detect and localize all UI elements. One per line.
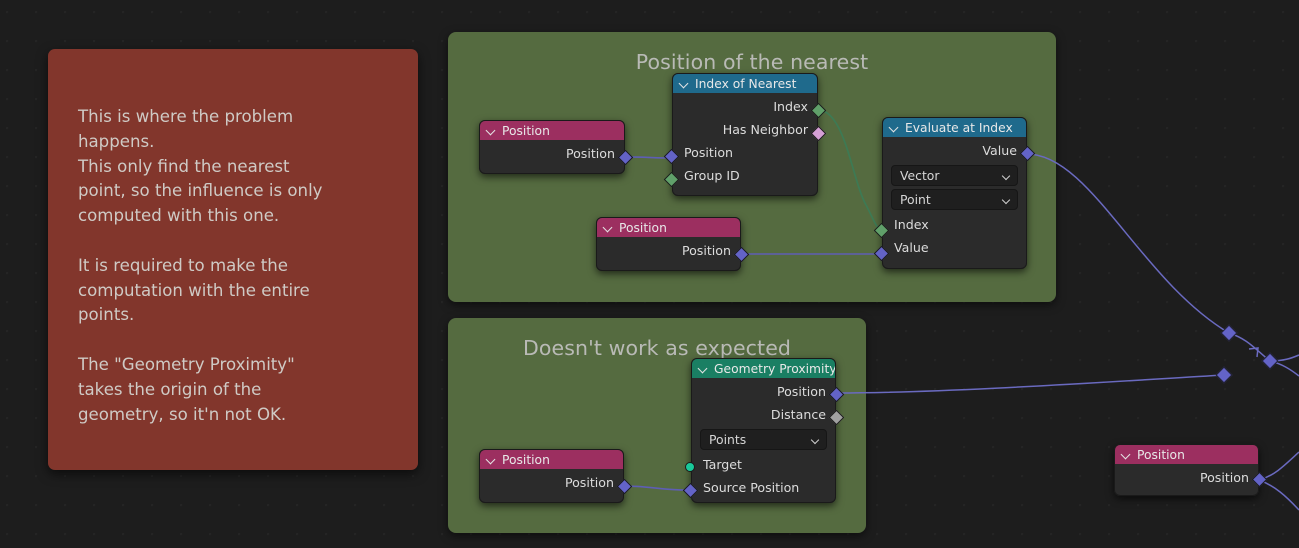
node-frame: Position Position	[596, 217, 741, 271]
node-body: Position	[597, 237, 740, 267]
node-header[interactable]: Index of Nearest	[673, 74, 817, 93]
node-frame: Position Position	[1114, 444, 1259, 496]
node-header[interactable]: Evaluate at Index	[883, 118, 1026, 137]
input-row: Target	[692, 453, 835, 476]
sticky-note[interactable]: This is where the problem happens. This …	[48, 49, 418, 470]
domain-dropdown[interactable]: Point	[891, 189, 1018, 210]
socket-label: Value	[982, 143, 1017, 158]
node-body: Index Has Neighbor Position Group ID	[673, 93, 817, 192]
socket-label: Value	[894, 240, 929, 255]
reroute-node-2[interactable]	[1261, 352, 1279, 370]
node-frame: Index of Nearest Index Has Neighbor Posi…	[672, 73, 818, 196]
node-body: Value Vector Point Index Value	[883, 137, 1026, 264]
socket-label: Has Neighbor	[722, 122, 808, 137]
output-row: Position	[1115, 466, 1258, 489]
node-title: Position	[502, 452, 550, 467]
dropdown-value: Points	[709, 432, 747, 447]
sticky-note-text: This is where the problem happens. This …	[78, 107, 323, 424]
dropdown-value: Vector	[900, 168, 940, 183]
reroute-node-1[interactable]	[1220, 324, 1238, 342]
output-row: Position	[597, 239, 740, 262]
node-body: Position	[1115, 464, 1258, 494]
chevron-down-icon	[1001, 171, 1011, 181]
socket-label: Group ID	[684, 168, 740, 183]
output-row: Index	[673, 95, 817, 118]
data-type-dropdown[interactable]: Vector	[891, 165, 1018, 186]
frame-label: Position of the nearest	[635, 50, 869, 74]
input-row: Source Position	[692, 476, 835, 499]
chevron-down-icon	[1001, 195, 1011, 205]
socket-label: Source Position	[703, 480, 800, 495]
node-frame: Geometry Proximity Position Distance Poi…	[691, 358, 836, 503]
node-title: Position	[619, 220, 667, 235]
output-row: Position	[692, 380, 835, 403]
node-body: Position	[480, 469, 623, 499]
output-row: Position	[480, 142, 624, 165]
socket-label: Index	[773, 99, 808, 114]
node-title: Evaluate at Index	[905, 120, 1013, 135]
node-frame: Position Position	[479, 449, 624, 503]
node-title: Position	[502, 123, 550, 138]
node-position-a[interactable]: Position Position	[479, 120, 634, 174]
input-row: Value	[883, 236, 1026, 259]
input-socket-target[interactable]	[685, 462, 695, 472]
input-row: Group ID	[673, 164, 817, 187]
chevron-down-icon[interactable]	[487, 126, 496, 135]
socket-label: Position	[564, 475, 614, 490]
chevron-down-icon[interactable]	[890, 123, 899, 132]
output-row: Position	[480, 471, 623, 494]
frame-label: Doesn't work as expected	[522, 336, 792, 360]
node-header[interactable]: Position	[480, 121, 624, 140]
node-editor-canvas[interactable]: Position of the nearest Doesn't work as …	[0, 0, 1299, 548]
node-header[interactable]: Geometry Proximity	[692, 359, 835, 378]
chevron-down-icon	[810, 435, 820, 445]
node-index-of-nearest[interactable]: Index of Nearest Index Has Neighbor Posi…	[663, 73, 827, 196]
socket-label: Position	[776, 384, 826, 399]
chevron-down-icon[interactable]	[680, 79, 689, 88]
socket-label: Target	[703, 457, 742, 472]
node-header[interactable]: Position	[1115, 445, 1258, 464]
dropdown-value: Point	[900, 192, 931, 207]
chevron-down-icon[interactable]	[604, 223, 613, 232]
node-header[interactable]: Position	[480, 450, 623, 469]
node-position-c[interactable]: Position Position	[479, 449, 633, 503]
socket-label: Position	[684, 145, 734, 160]
socket-label: Index	[894, 217, 929, 232]
node-geometry-proximity[interactable]: Geometry Proximity Position Distance Poi…	[682, 358, 845, 503]
chevron-down-icon[interactable]	[699, 364, 708, 373]
node-frame: Evaluate at Index Value Vector Point Ind…	[882, 117, 1027, 269]
chevron-down-icon[interactable]	[1122, 450, 1131, 459]
node-evaluate-at-index[interactable]: Evaluate at Index Value Vector Point Ind…	[873, 117, 1036, 269]
output-row: Distance	[692, 403, 835, 426]
node-body: Position Distance Points Target Source P…	[692, 378, 835, 502]
node-title: Geometry Proximity	[714, 361, 836, 376]
node-title: Index of Nearest	[695, 76, 797, 91]
node-title: Position	[1137, 447, 1185, 462]
socket-label: Position	[565, 146, 615, 161]
socket-label: Position	[1199, 470, 1249, 485]
target-element-dropdown[interactable]: Points	[700, 429, 827, 450]
socket-label: Position	[681, 243, 731, 258]
input-row: Position	[673, 141, 817, 164]
node-frame: Position Position	[479, 120, 625, 174]
socket-label: Distance	[770, 407, 826, 422]
input-row: Index	[883, 213, 1026, 236]
node-body: Position	[480, 140, 624, 170]
output-row: Value	[883, 139, 1026, 162]
node-position-b[interactable]: Position Position	[596, 217, 750, 271]
output-row: Has Neighbor	[673, 118, 817, 141]
node-header[interactable]: Position	[597, 218, 740, 237]
chevron-down-icon[interactable]	[487, 455, 496, 464]
reroute-node-3[interactable]	[1215, 366, 1233, 384]
node-position-d[interactable]: Position Position	[1114, 444, 1268, 496]
